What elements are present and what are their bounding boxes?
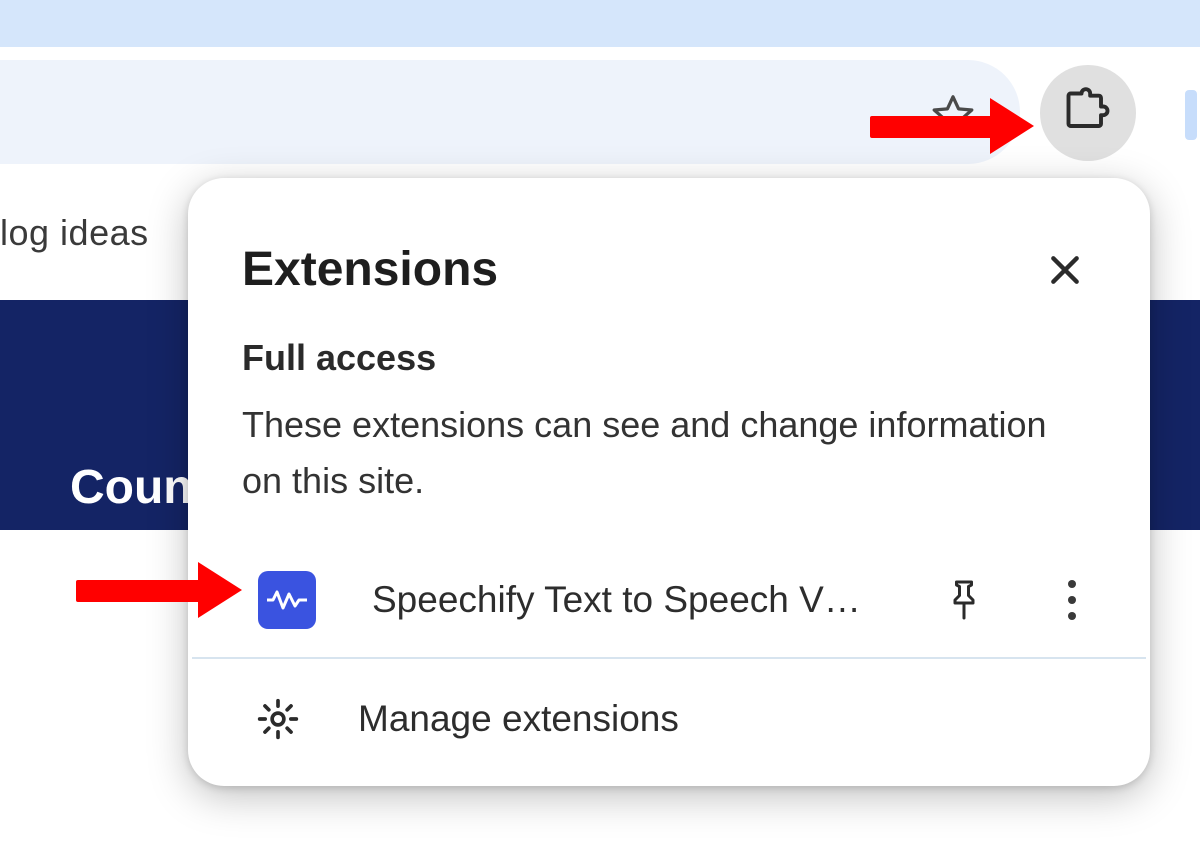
- close-icon: [1045, 250, 1085, 290]
- bookmark-bar-item[interactable]: log ideas: [0, 212, 149, 254]
- browser-tabs-strip: [0, 0, 1200, 47]
- speechify-icon: [267, 587, 307, 613]
- toolbar-overflow-edge: [1185, 90, 1197, 140]
- popup-header: Extensions: [188, 222, 1150, 297]
- close-button[interactable]: [1042, 247, 1088, 293]
- access-section-description: These extensions can see and change info…: [188, 379, 1150, 509]
- popup-title: Extensions: [242, 242, 498, 297]
- pin-extension-button[interactable]: [940, 576, 988, 624]
- gear-icon: [256, 697, 300, 741]
- extension-row[interactable]: Speechify Text to Speech V…: [188, 549, 1150, 651]
- extension-more-button[interactable]: [1048, 576, 1096, 624]
- pin-icon: [946, 579, 982, 621]
- star-icon: [930, 92, 976, 138]
- bookmark-label: log ideas: [0, 212, 149, 253]
- extensions-button[interactable]: [1040, 65, 1136, 161]
- manage-extensions-row[interactable]: Manage extensions: [188, 659, 1150, 745]
- extension-app-icon: [258, 571, 316, 629]
- bookmark-star-button[interactable]: [928, 90, 978, 140]
- gear-icon-wrap: [252, 693, 304, 745]
- extensions-icon: [1062, 87, 1114, 139]
- extensions-popup: Extensions Full access These extensions …: [188, 178, 1150, 786]
- more-vertical-icon: [1068, 580, 1076, 620]
- page-hero-text-fragment: Coun: [70, 460, 193, 515]
- manage-extensions-label: Manage extensions: [358, 698, 679, 740]
- extension-name: Speechify Text to Speech V…: [372, 579, 930, 621]
- access-section-label: Full access: [188, 297, 1150, 379]
- address-bar[interactable]: [0, 60, 1020, 164]
